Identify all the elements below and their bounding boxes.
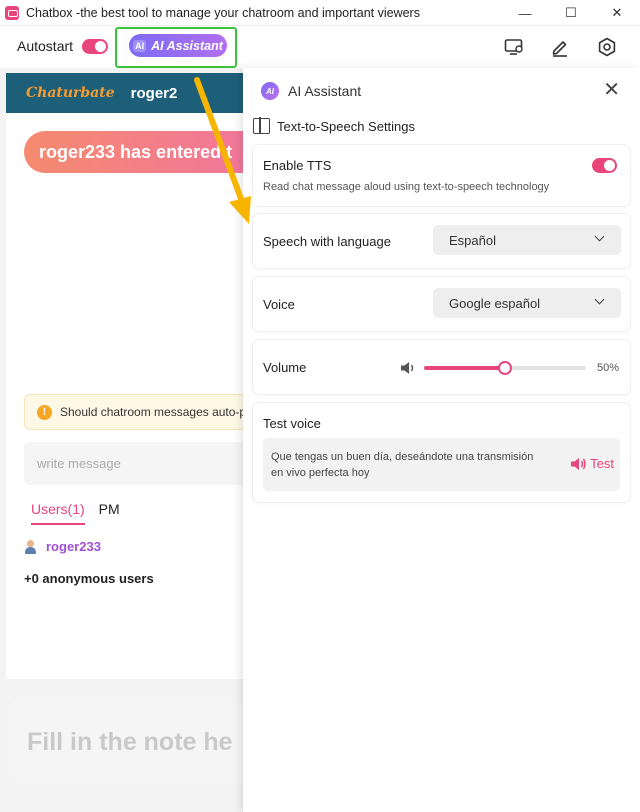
enable-tts-description: Read chat message aloud using text-to-sp…	[263, 181, 550, 193]
settings-gear-icon[interactable]	[596, 36, 618, 58]
section-title: Text-to-Speech Settings	[277, 118, 416, 134]
ai-icon: AI	[133, 39, 147, 52]
ai-assistant-button[interactable]: AI AI Assistant	[129, 34, 227, 57]
drawer-title: AI Assistant	[288, 83, 362, 99]
language-select[interactable]: Español	[433, 225, 621, 255]
test-voice-label: Test voice	[263, 416, 321, 431]
voice-selected: Google español	[449, 295, 541, 311]
tab-pm[interactable]: PM	[99, 501, 120, 525]
screen-share-icon[interactable]	[503, 36, 525, 58]
test-button-label: Test	[590, 456, 614, 471]
chevron-down-icon	[594, 294, 605, 305]
note-input[interactable]: Fill in the note he	[12, 700, 246, 784]
test-voice-sample-text: Que tengas un buen día, deseándote una t…	[271, 451, 534, 479]
window-title: Chatbox -the best tool to manage your ch…	[26, 5, 420, 20]
voice-card: Voice Google español	[253, 277, 630, 331]
text-to-speech-icon	[253, 117, 270, 134]
close-window-button[interactable]: ✕	[594, 0, 640, 26]
toolbar: Autostart AI AI Assistant	[0, 26, 640, 68]
speaker-icon	[401, 362, 414, 374]
user-tabs: Users(1) PM	[31, 501, 134, 525]
autostart-toggle[interactable]	[82, 39, 108, 54]
volume-label: Volume	[263, 360, 307, 375]
language-label: Speech with language	[263, 234, 391, 249]
enable-tts-toggle[interactable]	[592, 158, 617, 173]
close-drawer-icon[interactable]: ✕	[603, 80, 620, 100]
volume-slider-handle[interactable]	[498, 361, 512, 375]
chevron-down-icon	[594, 231, 605, 242]
chaturbate-logo: Chaturbate	[26, 85, 115, 101]
speaker-icon	[571, 457, 586, 470]
maximize-button[interactable]: ☐	[548, 0, 594, 26]
language-card: Speech with language Español	[253, 214, 630, 268]
user-list-item[interactable]: roger233	[24, 539, 101, 554]
volume-card: Volume 50%	[253, 340, 630, 394]
chatroom-pane: Chaturbate roger2 roger233 has entered t…	[6, 73, 246, 679]
test-voice-text-box[interactable]: Que tengas un buen día, deseándote una t…	[263, 438, 620, 491]
ai-assistant-label: AI Assistant	[151, 38, 223, 53]
anonymous-users-count: +0 anonymous users	[24, 571, 154, 586]
tab-users[interactable]: Users(1)	[31, 501, 85, 525]
test-voice-button[interactable]: Test	[570, 456, 614, 471]
volume-slider[interactable]	[424, 361, 586, 375]
voice-label: Voice	[263, 297, 295, 312]
edit-icon[interactable]	[549, 36, 571, 58]
user-avatar-icon	[24, 539, 37, 554]
volume-slider-fill	[424, 366, 505, 370]
warning-icon: !	[37, 404, 52, 420]
auto-play-notice: ! Should chatroom messages auto-pla	[24, 394, 246, 430]
room-header: Chaturbate roger2	[6, 73, 246, 113]
enable-tts-label: Enable TTS	[263, 158, 332, 173]
language-selected: Español	[449, 232, 496, 248]
autostart-label: Autostart	[17, 38, 74, 54]
title-bar: Chatbox -the best tool to manage your ch…	[0, 0, 640, 26]
message-input[interactable]: write message	[24, 442, 246, 485]
window-controls: — ☐ ✕	[502, 0, 640, 26]
tts-section-header: Text-to-Speech Settings	[253, 117, 416, 134]
ai-assistant-drawer: AI AI Assistant ✕ Text-to-Speech Setting…	[243, 68, 640, 812]
chatbox-app-icon	[5, 5, 19, 20]
enable-tts-card: Enable TTS Read chat message aloud using…	[253, 145, 630, 206]
volume-percentage: 50%	[596, 362, 619, 374]
user-entered-message: roger233 has entered t	[24, 131, 246, 173]
voice-select[interactable]: Google español	[433, 288, 621, 318]
user-name[interactable]: roger233	[46, 539, 101, 554]
drawer-header: AI AI Assistant	[261, 82, 361, 100]
test-voice-card: Test voice Que tengas un buen día, deseá…	[253, 403, 630, 502]
ai-badge-icon: AI	[261, 82, 279, 100]
room-name: roger2	[130, 84, 178, 102]
notice-text: Should chatroom messages auto-pla	[60, 405, 246, 419]
minimize-button[interactable]: —	[502, 0, 548, 26]
